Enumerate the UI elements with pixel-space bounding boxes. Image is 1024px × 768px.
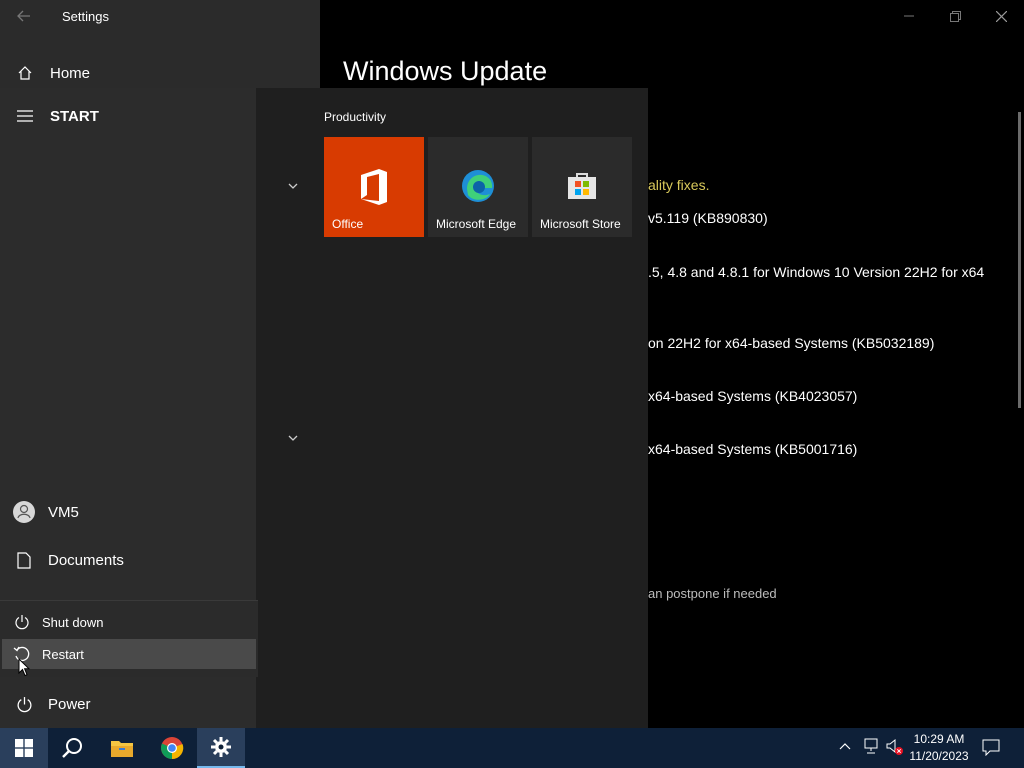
windows-logo-icon [15, 739, 33, 757]
update-note: an postpone if needed [648, 586, 777, 601]
update-item: x64-based Systems (KB4023057) [648, 388, 858, 404]
close-button[interactable] [978, 0, 1024, 32]
volume-muted-icon[interactable] [886, 738, 904, 761]
mouse-cursor-icon [18, 657, 31, 682]
start-header: START [50, 107, 99, 125]
clock-date: 11/20/2023 [909, 749, 969, 763]
page-title: Windows Update [343, 56, 548, 86]
shutdown-label: Shut down [42, 614, 104, 630]
file-explorer-button[interactable] [98, 728, 146, 768]
tile-group-title: Productivity [324, 110, 387, 124]
tile-microsoft-store[interactable]: Microsoft Store [532, 137, 632, 237]
tile-label: Office [332, 217, 364, 231]
search-icon [62, 738, 82, 758]
start-documents[interactable]: Documents [0, 538, 256, 582]
update-item: .5, 4.8 and 4.8.1 for Windows 10 Version… [648, 264, 985, 280]
restart-label: Restart [42, 646, 84, 662]
restore-icon [949, 10, 961, 22]
folder-icon [111, 741, 133, 757]
restart-menu-item[interactable]: Restart [2, 639, 256, 669]
close-icon [995, 10, 1007, 22]
update-status-text: ality fixes. [648, 177, 710, 193]
minimize-icon [904, 15, 914, 17]
minimize-button[interactable] [886, 0, 932, 32]
nav-home[interactable]: Home [0, 56, 320, 90]
window-title: Settings [62, 9, 109, 24]
chrome-taskbar-button[interactable] [148, 728, 196, 768]
notification-icon [982, 739, 1000, 757]
chrome-icon [161, 737, 184, 760]
office-icon [361, 169, 387, 205]
search-button[interactable] [48, 728, 96, 768]
tile-label: Microsoft Store [540, 217, 621, 231]
chevron-down-icon[interactable] [286, 430, 300, 448]
taskbar-clock[interactable]: 10:29 AM 11/20/2023 [906, 731, 972, 765]
tile-label: Microsoft Edge [436, 217, 517, 231]
start-power-label: Power [48, 695, 91, 713]
power-icon [0, 696, 48, 713]
action-center-button[interactable] [982, 738, 1000, 761]
clock-time: 10:29 AM [913, 732, 965, 746]
chevron-down-icon[interactable] [286, 178, 300, 196]
restore-button[interactable] [932, 0, 978, 32]
hamburger-icon [0, 110, 50, 122]
edge-icon [462, 170, 494, 202]
avatar [0, 501, 48, 523]
settings-taskbar-button[interactable] [197, 728, 245, 768]
gear-icon [211, 737, 231, 757]
document-icon [0, 551, 48, 569]
store-icon [568, 173, 596, 199]
shutdown-menu-item[interactable]: Shut down [2, 607, 256, 637]
tile-microsoft-edge[interactable]: Microsoft Edge [428, 137, 528, 237]
back-arrow-icon [17, 10, 30, 22]
show-hidden-icons-button[interactable] [838, 740, 852, 758]
tile-office[interactable]: Office [324, 137, 424, 237]
start-user-account[interactable]: VM5 [0, 490, 256, 534]
start-expand-button[interactable]: START [0, 96, 256, 136]
start-documents-label: Documents [48, 551, 124, 569]
network-icon[interactable] [862, 738, 880, 759]
home-icon [0, 65, 50, 81]
start-button[interactable] [0, 728, 48, 768]
nav-home-label: Home [50, 64, 91, 82]
power-icon [2, 614, 42, 630]
chevron-up-icon [839, 743, 851, 750]
start-power-button[interactable]: Power [0, 682, 256, 726]
update-item: v5.119 (KB890830) [648, 210, 768, 226]
update-item: on 22H2 for x64-based Systems (KB5032189… [648, 335, 935, 351]
update-item: x64-based Systems (KB5001716) [648, 441, 858, 457]
back-button[interactable] [12, 6, 36, 26]
start-user-name: VM5 [48, 503, 79, 521]
scrollbar[interactable] [1018, 112, 1021, 408]
